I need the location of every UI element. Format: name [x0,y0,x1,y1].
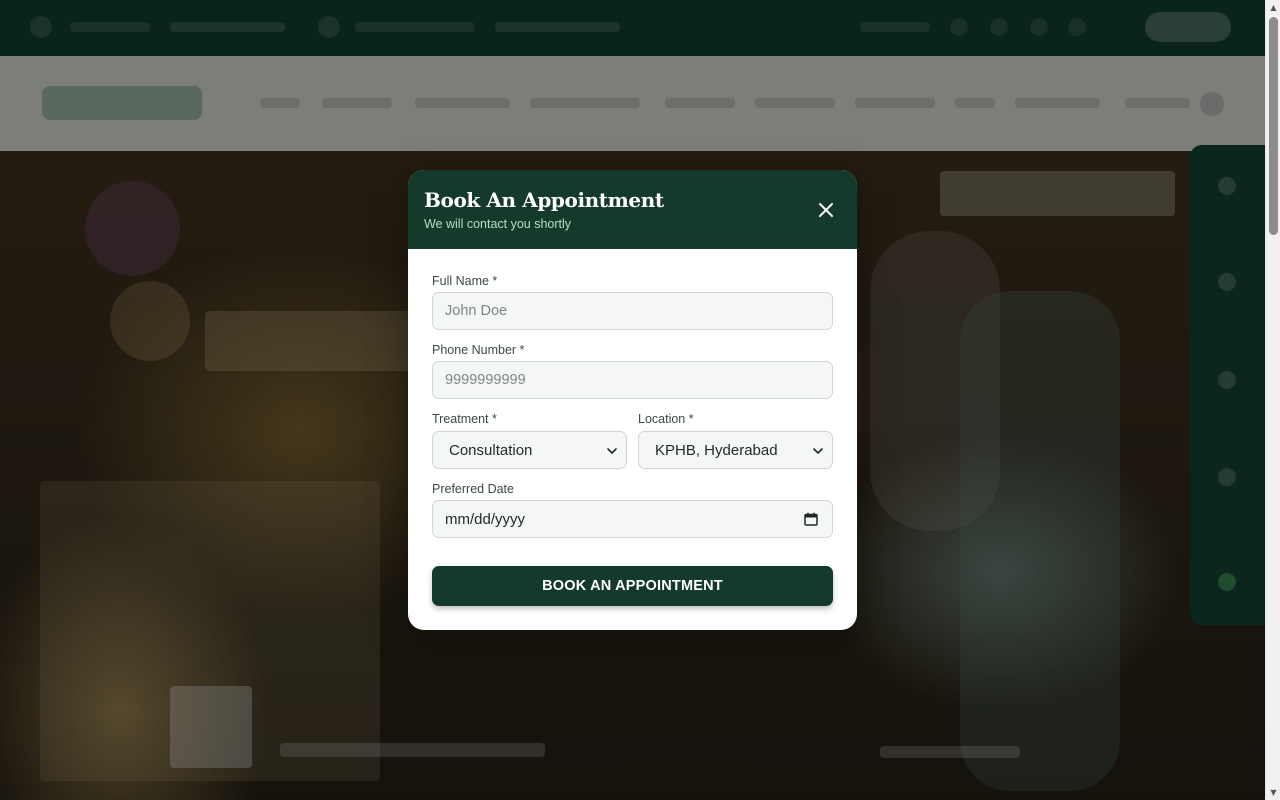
treatment-label: Treatment * [432,412,497,426]
preferred-date-input[interactable]: mm/dd/yyyy [432,500,833,538]
date-format-placeholder: mm/dd/yyyy [445,511,526,528]
full-name-input[interactable] [432,292,833,330]
location-label: Location * [638,412,694,426]
phone-label: Phone Number * [432,343,525,357]
modal-title: Book An Appointment [424,188,664,212]
calendar-icon[interactable] [804,512,818,526]
full-name-label: Full Name * [432,274,498,288]
scrollbar[interactable]: ▲ ▼ [1265,0,1280,800]
treatment-select[interactable]: Consultation [432,431,627,469]
treatment-selected-value: Consultation [449,442,533,459]
chevron-down-icon [607,448,617,454]
phone-input[interactable] [432,361,833,399]
book-appointment-button[interactable]: BOOK AN APPOINTMENT [432,566,833,606]
close-button[interactable] [814,198,838,222]
location-selected-value: KPHB, Hyderabad [655,442,778,459]
location-select[interactable]: KPHB, Hyderabad [638,431,833,469]
modal-header: Book An Appointment We will contact you … [408,170,857,249]
scroll-down-icon[interactable]: ▼ [1266,785,1280,800]
modal-subtitle: We will contact you shortly [424,217,572,231]
close-icon [819,203,833,217]
preferred-date-label: Preferred Date [432,482,514,496]
scroll-thumb[interactable] [1269,17,1278,235]
scroll-up-icon[interactable]: ▲ [1266,0,1280,15]
chevron-down-icon [813,448,823,454]
appointment-modal: Book An Appointment We will contact you … [408,170,857,630]
